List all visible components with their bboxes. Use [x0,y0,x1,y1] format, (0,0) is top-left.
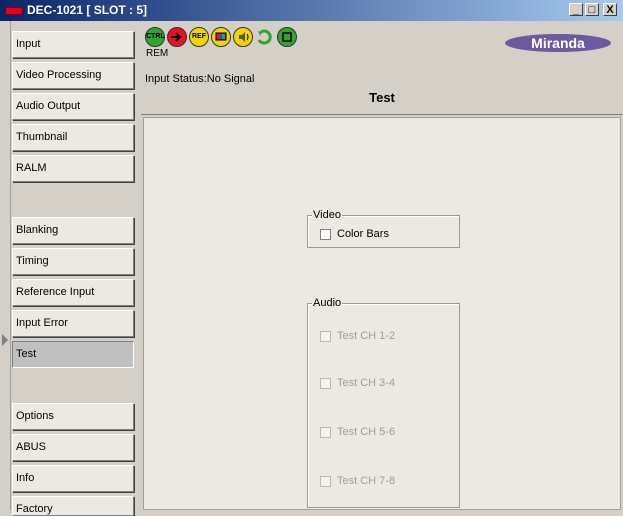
checkbox-label: Test CH 1-2 [337,330,396,342]
checkbox-box[interactable] [320,475,331,487]
miranda-logo: Miranda [505,34,611,52]
checkbox-label: Test CH 3-4 [337,377,396,389]
test-ch-3-4-checkbox[interactable]: Test CH 3-4 [320,377,395,389]
nav-item-input-error[interactable]: Input Error [12,310,134,337]
video-group-legend: Video [312,209,342,221]
logo-text: Miranda [531,35,585,51]
checkbox-label: Color Bars [337,228,389,240]
status-icon-bar: CTRL REF REM Miranda [141,21,623,71]
maximize-button[interactable]: □ [585,3,599,16]
window-title: DEC-1021 [ SLOT : 5] [27,3,148,17]
checkbox-box[interactable] [320,426,331,438]
audio-group-legend: Audio [312,297,343,309]
nav-spacer [12,186,134,214]
collapse-arrow-icon [2,334,8,346]
panel-collapse-handle[interactable] [0,21,11,510]
audio-speaker-icon[interactable] [233,27,253,47]
checkbox-label: Test CH 5-6 [337,426,396,438]
nav-item-test[interactable]: Test [12,341,134,368]
title-bar: DEC-1021 [ SLOT : 5] _ □ X [0,0,623,21]
test-panel: Video Color Bars Audio Test CH 1-2 Test … [143,117,621,510]
color-bars-checkbox[interactable]: Color Bars [320,228,389,240]
nav-item-input[interactable]: Input [12,31,134,58]
remote-label: REM [146,48,169,59]
nav-item-audio-output[interactable]: Audio Output [12,93,134,120]
nav-item-abus[interactable]: ABUS [12,434,134,461]
video-group: Video Color Bars [307,209,460,248]
ctrl-icon[interactable]: CTRL [145,27,165,47]
checkbox-box[interactable] [320,228,331,240]
status-green-icon[interactable] [277,27,297,47]
nav-item-options[interactable]: Options [12,403,134,430]
nav-item-factory[interactable]: Factory [12,496,134,516]
nav-item-thumbnail[interactable]: Thumbnail [12,124,134,151]
audio-group: Audio Test CH 1-2 Test CH 3-4 Test CH 5-… [307,297,460,508]
test-ch-7-8-checkbox[interactable]: Test CH 7-8 [320,475,395,487]
minimize-button[interactable]: _ [569,3,583,16]
checkbox-box[interactable] [320,377,331,389]
video-monitor-icon[interactable] [211,27,231,47]
ref-icon[interactable]: REF [189,27,209,47]
nav-item-info[interactable]: Info [12,465,134,492]
page-title: Test [369,90,395,105]
checkbox-label: Test CH 7-8 [337,475,396,487]
nav-item-video-processing[interactable]: Video Processing [12,62,134,89]
main-content: CTRL REF REM Miranda Input Status:No Sig… [141,21,623,510]
nav-item-ralm[interactable]: RALM [12,155,134,182]
header-divider [141,114,623,115]
nav-item-reference-input[interactable]: Reference Input [12,279,134,306]
nav-item-timing[interactable]: Timing [12,248,134,275]
app-icon [5,7,23,15]
input-status: Input Status:No Signal [145,73,255,85]
close-button[interactable]: X [603,3,617,16]
loop-arrow-icon[interactable] [255,27,275,47]
nav-spacer [12,372,134,400]
nav-item-blanking[interactable]: Blanking [12,217,134,244]
checkbox-box[interactable] [320,330,331,342]
test-ch-1-2-checkbox[interactable]: Test CH 1-2 [320,330,395,342]
input-arrow-icon[interactable] [167,27,187,47]
test-ch-5-6-checkbox[interactable]: Test CH 5-6 [320,426,395,438]
